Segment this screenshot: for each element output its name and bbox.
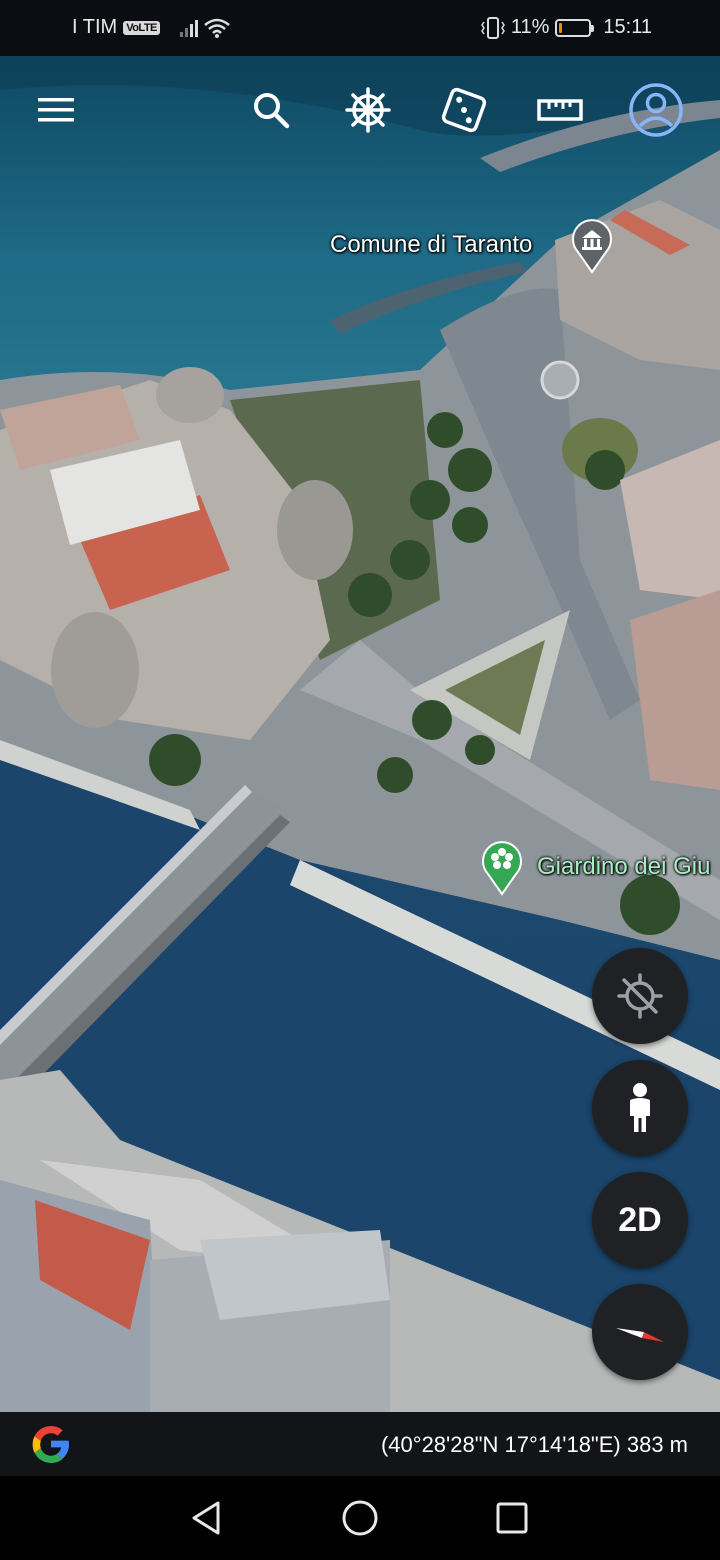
signal-icon bbox=[179, 19, 198, 37]
status-bar: I TIM VoLTE 11% 15:11 bbox=[0, 0, 720, 56]
voyager-wheel-icon bbox=[345, 87, 391, 133]
battery-percent: 11% bbox=[510, 16, 550, 38]
street-view-pegman-icon bbox=[630, 1083, 650, 1132]
recents-icon bbox=[496, 1502, 528, 1534]
menu-button[interactable] bbox=[26, 80, 86, 140]
random-place-button[interactable] bbox=[434, 80, 494, 140]
place-label-comune[interactable]: Comune di Taranto bbox=[330, 231, 532, 259]
clock: 15:11 bbox=[603, 16, 652, 38]
search-icon bbox=[254, 93, 290, 129]
system-nav-bar bbox=[0, 1476, 720, 1560]
volte-badge: VoLTE bbox=[123, 20, 160, 35]
compass-icon bbox=[616, 1328, 664, 1342]
location-off-icon bbox=[617, 973, 663, 1019]
view-mode-label: 2D bbox=[618, 1200, 662, 1239]
park-pin[interactable] bbox=[481, 838, 523, 896]
status-right: 11% 15:11 bbox=[480, 16, 652, 39]
carrier-name: I TIM bbox=[72, 16, 118, 38]
measure-button[interactable] bbox=[530, 80, 590, 140]
home-button[interactable] bbox=[340, 1498, 380, 1538]
battery-icon bbox=[555, 18, 595, 37]
view-mode-2d-button[interactable]: 2D bbox=[592, 1172, 688, 1268]
account-button[interactable] bbox=[626, 80, 686, 140]
menu-icon bbox=[38, 98, 74, 122]
back-icon bbox=[192, 1501, 220, 1535]
status-left: I TIM VoLTE bbox=[72, 16, 230, 39]
place-label-giardino[interactable]: Giardino dei Giu bbox=[537, 853, 710, 881]
wifi-icon bbox=[204, 18, 230, 38]
home-icon bbox=[342, 1500, 378, 1536]
back-button[interactable] bbox=[186, 1498, 226, 1538]
attribution-bar: (40°28'28"N 17°14'18"E) 383 m bbox=[0, 1412, 720, 1476]
street-view-button[interactable] bbox=[592, 1060, 688, 1156]
account-icon bbox=[629, 83, 683, 137]
town-hall-pin[interactable] bbox=[571, 216, 613, 274]
vibrate-icon bbox=[480, 16, 505, 39]
compass-button[interactable] bbox=[592, 1284, 688, 1380]
recents-button[interactable] bbox=[492, 1498, 532, 1538]
random-dice-icon bbox=[441, 87, 487, 133]
my-location-button[interactable] bbox=[592, 948, 688, 1044]
coordinates-readout: (40°28'28"N 17°14'18"E) 383 m bbox=[380, 1432, 688, 1457]
voyager-button[interactable] bbox=[338, 80, 398, 140]
measure-ruler-icon bbox=[537, 99, 583, 121]
search-button[interactable] bbox=[241, 80, 301, 140]
google-g-logo bbox=[32, 1426, 69, 1463]
